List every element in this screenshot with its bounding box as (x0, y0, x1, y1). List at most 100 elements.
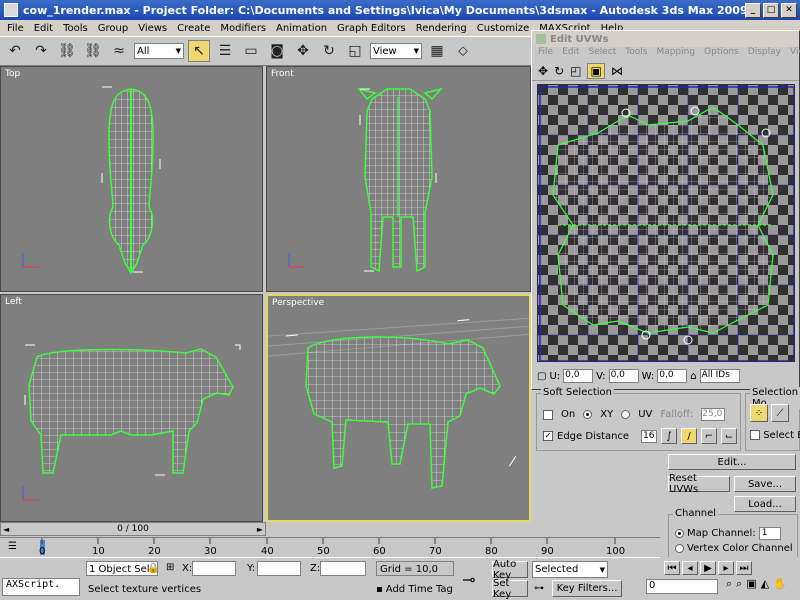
pivot-center-icon[interactable]: ▦ (426, 40, 448, 62)
zoom-extents-icon[interactable]: ▣ (746, 577, 756, 591)
load-uvws-button[interactable]: Load... (734, 496, 796, 512)
go-to-start-icon[interactable]: ⏮ (664, 561, 680, 575)
uvw-menu-tools[interactable]: Tools (625, 47, 647, 61)
viewport-front[interactable]: Front (266, 66, 531, 292)
reference-coord-dropdown[interactable]: View ▼ (370, 43, 422, 59)
key-icon[interactable]: ⊸ (462, 570, 475, 589)
redo-icon[interactable]: ↷ (30, 40, 52, 62)
menu-modifiers[interactable]: Modifiers (215, 23, 271, 34)
uvw-menu-select[interactable]: Select (589, 47, 617, 61)
viewport-left[interactable]: Left (0, 294, 263, 522)
scale-icon[interactable]: ◱ (344, 40, 366, 62)
vertex-mode-icon[interactable]: ⁘ (750, 404, 768, 422)
current-frame-field[interactable]: 0 (646, 579, 718, 594)
track-bar[interactable]: ☰ 0 10 20 30 40 50 60 70 80 90 100 (0, 537, 660, 557)
auto-key-button[interactable]: Auto Key (492, 559, 528, 581)
edge-distance-checkbox[interactable]: ✓ (543, 431, 553, 441)
menu-animation[interactable]: Animation (271, 23, 332, 34)
field-of-view-icon[interactable]: ◭ (761, 577, 769, 591)
falloff-slow-out-icon[interactable]: ⌐ (701, 428, 718, 444)
edge-mode-icon[interactable]: ⟋ (771, 404, 789, 422)
select-by-name-icon[interactable]: ☰ (214, 40, 236, 62)
viewport-top[interactable]: Top (0, 66, 263, 292)
falloff-fast-out-icon[interactable]: ⌙ (721, 428, 738, 444)
next-frame-icon[interactable]: ▸ (718, 561, 734, 575)
x-coordinate-field[interactable] (192, 561, 236, 576)
uvw-menu-mapping[interactable]: Mapping (656, 47, 695, 61)
menu-edit[interactable]: Edit (29, 23, 58, 34)
chevron-left-icon[interactable]: ◄ (3, 525, 9, 534)
app-icon[interactable] (4, 3, 18, 17)
bind-space-warp-icon[interactable]: ≈ (108, 40, 130, 62)
key-filters-button[interactable]: Key Filters... (552, 580, 622, 597)
window-crossing-icon[interactable]: ◙ (266, 40, 288, 62)
u-field[interactable]: 0,0 (563, 369, 594, 383)
menu-customize[interactable]: Customize (472, 23, 535, 34)
menu-rendering[interactable]: Rendering (411, 23, 472, 34)
reset-uvws-button[interactable]: Reset UVWs (668, 473, 730, 495)
uvw-mirror-icon[interactable]: ⋈ (611, 64, 623, 78)
map-channel-field[interactable]: 1 (758, 527, 781, 540)
key-filter-icon[interactable]: ⊶ (534, 583, 544, 594)
uvw-move-icon[interactable]: ✥ (538, 64, 548, 78)
rotate-icon[interactable]: ↻ (318, 40, 340, 62)
menu-file[interactable]: File (2, 23, 29, 34)
pan-icon[interactable]: ✋ (773, 577, 787, 591)
menu-group[interactable]: Group (93, 23, 133, 34)
uvw-menu-view[interactable]: View (790, 47, 800, 61)
uvw-pan-icon[interactable]: ⌂ (690, 371, 696, 382)
falloff-field[interactable]: 25,0 (701, 408, 726, 421)
soft-selection-on-checkbox[interactable] (543, 409, 553, 420)
edit-uvws-title[interactable]: Edit UVWs (532, 31, 799, 47)
uvw-freeform-icon[interactable]: ▣ (587, 62, 605, 79)
uvw-editor-canvas[interactable] (537, 84, 795, 362)
selection-filter-dropdown[interactable]: All ▼ (134, 43, 184, 59)
go-to-end-icon[interactable]: ⏭ (736, 561, 752, 575)
absolute-mode-icon[interactable]: ⊞ (166, 562, 174, 573)
maximize-button[interactable]: □ (763, 2, 779, 18)
save-uvws-button[interactable]: Save... (734, 476, 796, 492)
set-key-button[interactable]: Set Key (492, 578, 528, 600)
undo-icon[interactable]: ↶ (4, 40, 26, 62)
uvw-scale-icon[interactable]: ◰ (570, 64, 581, 78)
zoom-all-icon[interactable]: ⌕ (736, 577, 742, 591)
uvw-menu-options[interactable]: Options (704, 47, 739, 61)
falloff-smooth-icon[interactable]: ∫ (661, 428, 678, 444)
zoom-icon[interactable]: ⌕ (726, 577, 732, 591)
key-mode-dropdown[interactable]: Selected ▼ (532, 561, 608, 578)
chevron-right-icon[interactable]: ► (257, 525, 263, 534)
minimize-button[interactable]: _ (745, 2, 761, 18)
y-coordinate-field[interactable] (257, 561, 301, 576)
maxscript-listener[interactable]: AXScript. (2, 578, 80, 596)
edit-uvws-window[interactable]: Edit UVWs File Edit Select Tools Mapping… (531, 30, 800, 390)
close-button[interactable]: ✕ (781, 2, 797, 18)
select-object-icon[interactable]: ↖ (188, 40, 210, 62)
v-field[interactable]: 0,0 (608, 369, 639, 383)
move-icon[interactable]: ✥ (292, 40, 314, 62)
menu-graph-editors[interactable]: Graph Editors (332, 23, 411, 34)
map-channel-radio[interactable] (675, 529, 684, 538)
edge-distance-field[interactable]: 16 (641, 429, 658, 443)
uvw-menu-file[interactable]: File (538, 47, 553, 61)
menu-create[interactable]: Create (172, 23, 215, 34)
select-element-checkbox[interactable] (750, 430, 760, 440)
unlink-icon[interactable]: ⛓ (82, 40, 104, 62)
viewport-perspective[interactable]: Perspective (266, 294, 531, 522)
lock-selection-icon[interactable]: 🔒 (147, 563, 159, 574)
falloff-linear-icon[interactable]: / (681, 428, 698, 444)
time-slider[interactable]: ◄ 0 / 100 ► (0, 522, 266, 536)
xy-radio[interactable] (583, 410, 593, 419)
uvw-menu-display[interactable]: Display (748, 47, 781, 61)
uv-radio[interactable] (621, 410, 631, 419)
edit-uvws-button[interactable]: Edit... (668, 454, 796, 470)
link-icon[interactable]: ⛓ (56, 40, 78, 62)
uvw-menu-edit[interactable]: Edit (562, 47, 579, 61)
select-manipulate-icon[interactable]: ⬦ (452, 40, 474, 62)
vertex-color-channel-radio[interactable] (675, 544, 684, 553)
uvw-rotate-icon[interactable]: ↻ (554, 64, 564, 78)
ids-dropdown[interactable]: All IDs (699, 369, 740, 383)
z-coordinate-field[interactable] (320, 561, 366, 576)
menu-tools[interactable]: Tools (58, 23, 93, 34)
rectangular-selection-icon[interactable]: ▭ (240, 40, 262, 62)
uvw-lock-icon[interactable]: ▢ (537, 371, 546, 382)
